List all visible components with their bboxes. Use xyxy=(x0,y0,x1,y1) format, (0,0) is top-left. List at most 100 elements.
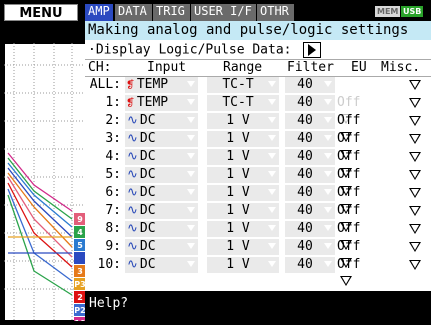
input-value: DC xyxy=(139,131,156,146)
table-row: ALL: ❡ TEMP TC-T 40 xyxy=(85,77,431,93)
dropdown-arrow-icon xyxy=(187,243,195,249)
tab-othr[interactable]: OTHR xyxy=(257,4,294,21)
input-select[interactable]: ∿ DC xyxy=(125,131,198,147)
misc-expand-button[interactable] xyxy=(407,77,423,93)
input-value: DC xyxy=(139,203,156,218)
play-icon[interactable] xyxy=(303,42,322,58)
range-select[interactable]: 1 V xyxy=(207,167,279,183)
dropdown-arrow-icon xyxy=(268,153,276,159)
range-select[interactable]: 1 V xyxy=(207,221,279,237)
misc-expand-button[interactable] xyxy=(407,185,423,201)
range-select[interactable]: 1 V xyxy=(207,131,279,147)
filter-select[interactable]: 40 xyxy=(285,131,335,147)
table-row: 6: ∿ DC 1 V 40 Off xyxy=(85,185,431,214)
input-value: TEMP xyxy=(136,77,169,92)
channel-label: 3: xyxy=(105,131,121,146)
range-value: 1 V xyxy=(226,167,250,182)
eu-setting[interactable]: Off xyxy=(337,185,369,214)
tab-data[interactable]: DATA xyxy=(115,4,152,21)
misc-expand-icon xyxy=(409,223,421,234)
filter-select[interactable]: 40 xyxy=(285,257,335,273)
thermocouple-icon: ❡ xyxy=(127,77,135,92)
range-value: 1 V xyxy=(226,149,250,164)
channel-marker-label: P3 xyxy=(74,280,85,289)
table-row: 4: ∿ DC 1 V 40 Off xyxy=(85,149,431,178)
filter-select[interactable]: 40 xyxy=(285,95,335,111)
dropdown-arrow-icon xyxy=(268,189,276,195)
input-select[interactable]: ∿ DC xyxy=(125,149,198,165)
filter-select[interactable]: 40 xyxy=(285,239,335,255)
header-filter: Filter xyxy=(287,60,334,75)
channel-label: 8: xyxy=(105,221,121,236)
range-select[interactable]: TC-T xyxy=(207,95,279,111)
range-select[interactable]: 1 V xyxy=(207,239,279,255)
filter-select[interactable]: 40 xyxy=(285,203,335,219)
channel-label: 5: xyxy=(105,167,121,182)
filter-value: 40 xyxy=(297,185,313,200)
waveform-preview: 9453P32P210 xyxy=(4,43,86,321)
channel-label: 1: xyxy=(105,95,121,110)
range-select[interactable]: 1 V xyxy=(207,149,279,165)
eu-value: Off xyxy=(337,221,361,236)
tab-user-if[interactable]: USER I/F xyxy=(191,4,256,21)
input-select[interactable]: ∿ DC xyxy=(125,113,198,129)
tab-amp[interactable]: AMP xyxy=(85,4,113,21)
table-row: 7: ∿ DC 1 V 40 Off xyxy=(85,203,431,232)
eu-expand-icon[interactable] xyxy=(340,275,352,286)
range-select[interactable]: 1 V xyxy=(207,185,279,201)
input-select[interactable]: ❡ TEMP xyxy=(125,95,198,111)
eu-value: Off xyxy=(337,113,361,128)
misc-expand-button[interactable] xyxy=(407,113,423,129)
filter-value: 40 xyxy=(297,221,313,236)
input-select[interactable]: ∿ DC xyxy=(125,167,198,183)
misc-expand-button[interactable] xyxy=(407,203,423,219)
channel-label: 9: xyxy=(105,239,121,254)
filter-select[interactable]: 40 xyxy=(285,167,335,183)
input-select[interactable]: ∿ DC xyxy=(125,203,198,219)
channel-label: 2: xyxy=(105,113,121,128)
misc-expand-button[interactable] xyxy=(407,95,423,111)
misc-expand-button[interactable] xyxy=(407,239,423,255)
eu-setting[interactable]: Off xyxy=(337,257,369,286)
misc-expand-button[interactable] xyxy=(407,221,423,237)
dropdown-arrow-icon xyxy=(187,135,195,141)
eu-setting[interactable]: Off xyxy=(337,167,369,196)
eu-value: Off xyxy=(337,203,361,218)
filter-select[interactable]: 40 xyxy=(285,77,335,93)
input-select[interactable]: ∿ DC xyxy=(125,257,198,273)
filter-select[interactable]: 40 xyxy=(285,185,335,201)
range-value: 1 V xyxy=(226,257,250,272)
range-value: TC-T xyxy=(222,77,254,92)
misc-expand-button[interactable] xyxy=(407,149,423,165)
dc-wave-icon: ∿ xyxy=(127,221,138,236)
input-select[interactable]: ❡ TEMP xyxy=(125,77,198,93)
eu-setting[interactable]: Off xyxy=(337,95,369,124)
range-select[interactable]: 1 V xyxy=(207,113,279,129)
input-select[interactable]: ∿ DC xyxy=(125,221,198,237)
eu-setting[interactable]: Off xyxy=(337,221,369,250)
filter-select[interactable]: 40 xyxy=(285,113,335,129)
misc-expand-button[interactable] xyxy=(407,257,423,273)
menu-button[interactable]: MENU xyxy=(4,4,78,21)
eu-setting[interactable]: Off xyxy=(337,113,369,142)
tab-trig[interactable]: TRIG xyxy=(153,4,190,21)
filter-select[interactable]: 40 xyxy=(285,221,335,237)
range-select[interactable]: TC-T xyxy=(207,77,279,93)
filter-select[interactable]: 40 xyxy=(285,149,335,165)
misc-expand-button[interactable] xyxy=(407,167,423,183)
eu-setting[interactable]: Off xyxy=(337,239,369,268)
eu-setting[interactable]: Off xyxy=(337,149,369,178)
input-select[interactable]: ∿ DC xyxy=(125,185,198,201)
range-select[interactable]: 1 V xyxy=(207,257,279,273)
input-select[interactable]: ∿ DC xyxy=(125,239,198,255)
misc-expand-button[interactable] xyxy=(407,131,423,147)
channel-label: 10: xyxy=(97,257,121,272)
eu-setting[interactable]: Off xyxy=(337,131,369,160)
eu-setting[interactable]: Off xyxy=(337,203,369,232)
table-row: 3: ∿ DC 1 V 40 Off xyxy=(85,131,431,160)
dc-wave-icon: ∿ xyxy=(127,167,138,182)
dropdown-arrow-icon xyxy=(268,99,276,105)
range-select[interactable]: 1 V xyxy=(207,203,279,219)
dc-wave-icon: ∿ xyxy=(127,149,138,164)
dropdown-arrow-icon xyxy=(324,99,332,105)
